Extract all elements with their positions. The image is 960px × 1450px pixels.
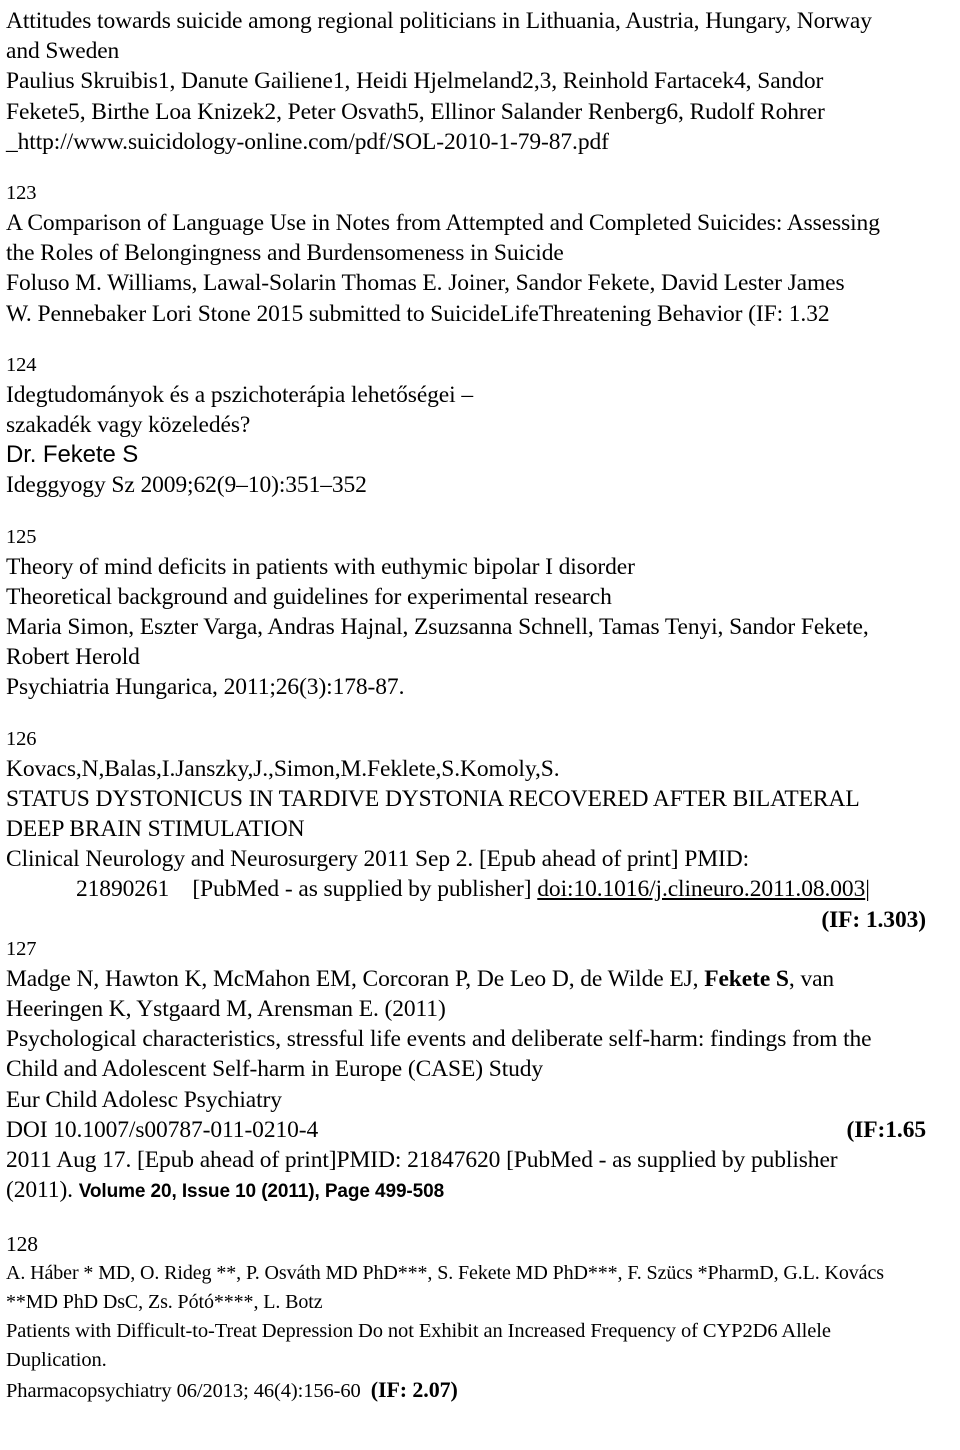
entry-volume-row: (2011). Volume 20, Issue 10 (2011), Page… [6,1175,954,1207]
entry-title-line-2: DEEP BRAIN STIMULATION [6,816,305,843]
entry-title-line-1: Idegtudományok és a pszichoterápia lehet… [6,381,473,408]
entry-doi: DOI 10.1007/s00787-011-0210-4 [6,1116,319,1143]
entry-volume-info: Volume 20, Issue 10 (2011), Page 499-508 [78,1181,445,1203]
entry-impact-factor: (IF:1.65 [846,1116,927,1143]
if-spacer [361,1380,371,1402]
entry-pmid-row: 21890261 [PubMed - as supplied by publis… [6,874,954,904]
entry-journal-row: Pharmacopsychiatry 06/2013; 46(4):156-60… [6,1375,954,1406]
entry-123: 123 A Comparison of Language Use in Note… [6,179,954,329]
header-authors-line-1: Paulius Skruibis1, Danute Gailiene1, Hei… [6,68,824,95]
entry-title-line-2: Theoretical background and guidelines fo… [6,583,612,610]
entry-journal: Eur Child Adolesc Psychiatry [6,1086,282,1113]
entry-authors-line-2: **MD PhD DsC, Zs. Pótó****, L. Botz [6,1290,323,1313]
entry-authors: Kovacs,N,Balas,I.Janszky,J.,Simon,M.Fekl… [6,755,560,782]
authors-prefix: Madge N, Hawton K, McMahon EM, Corcoran … [6,965,705,992]
entry-journal: Psychiatria Hungarica, 2011;26(3):178-87… [6,674,405,701]
entry-journal: Pharmacopsychiatry 06/2013; 46(4):156-60 [6,1379,361,1402]
entry-number: 124 [6,353,37,376]
entry-authors-line-1: Foluso M. Williams, Lawal-Solarin Thomas… [6,270,845,297]
header-title-line-1: Attitudes towards suicide among regional… [6,8,872,34]
entry-title-line-1: A Comparison of Language Use in Notes fr… [6,210,880,237]
entry-journal: Ideggyogy Sz 2009;62(9–10):351–352 [6,472,367,499]
document-page: Attitudes towards suicide among regional… [0,0,960,1450]
entry-title-line-1: Theory of mind deficits in patients with… [6,553,635,580]
entry-title-line-1: Psychological characteristics, stressful… [6,1026,872,1053]
entry-authors-line-1: Madge N, Hawton K, McMahon EM, Corcoran … [6,964,954,994]
entry-title-line-2: the Roles of Belongingness and Burdensom… [6,240,564,267]
entry-authors-line-1: Maria Simon, Eszter Varga, Andras Hajnal… [6,614,869,641]
entry-authors-line-2: Heeringen K, Ystgaard M, Arensman E. (20… [6,996,446,1023]
entry-authors-line-2: Robert Herold [6,644,140,671]
header-block: Attitudes towards suicide among regional… [6,6,954,157]
authors-highlighted-name: Fekete S [704,965,789,992]
entry-title-line-2: Child and Adolescent Self-harm in Europe… [6,1056,544,1083]
entry-126: 126 Kovacs,N,Balas,I.Janszky,J.,Simon,M.… [6,725,954,935]
entry-title-line-2: szakadék vagy közeledés? [6,412,251,439]
entry-title-line-1: STATUS DYSTONICUS IN TARDIVE DYSTONIA RE… [6,785,860,812]
entry-epub-line: 2011 Aug 17. [Epub ahead of print]PMID: … [6,1147,838,1174]
authors-suffix: , van [788,965,835,992]
entry-title-line-2: Duplication. [6,1348,107,1371]
entry-pubmed-note: [PubMed - as supplied by publisher] [192,876,532,903]
entry-year: (2011). [6,1177,79,1204]
entry-title-line-1: Patients with Difficult-to-Treat Depress… [6,1319,831,1342]
pmid-spacer [169,876,192,902]
entry-authors-line-1: A. Háber * MD, O. Rideg **, P. Osváth MD… [6,1261,884,1284]
entry-number: 126 [6,727,37,750]
entry-number: 128 [6,1231,38,1256]
entry-citation-line: W. Pennebaker Lori Stone 2015 submitted … [6,300,830,327]
entry-author: Dr. Fekete S [6,441,139,469]
entry-impact-factor: (IF: 2.07) [370,1376,458,1402]
entry-125: 125 Theory of mind deficits in patients … [6,523,954,703]
header-authors-line-2: Fekete5, Birthe Loa Knizek2, Peter Osvat… [6,98,825,125]
entry-impact-factor: (IF: 1.303) [821,906,926,933]
entry-128: 128 A. Háber * MD, O. Rideg **, P. Osvát… [6,1230,954,1406]
header-url-link[interactable]: _http://www.suicidology-online.com/pdf/S… [6,127,954,157]
entry-124: 124 Idegtudományok és a pszichoterápia l… [6,351,954,501]
entry-127: 127 Madge N, Hawton K, McMahon EM, Corco… [6,935,954,1208]
entry-journal: Clinical Neurology and Neurosurgery 2011… [6,846,750,873]
header-title-line-2: and Sweden [6,38,120,65]
entry-number: 127 [6,937,37,960]
entry-doi-row: DOI 10.1007/s00787-011-0210-4 (IF:1.65 [6,1115,954,1145]
doi-trailing-pipe: | [865,876,870,903]
entry-pmid: 21890261 [76,876,170,903]
entry-number: 125 [6,525,37,548]
entry-doi-link[interactable]: doi:10.1016/j.clineuro.2011.08.003 [537,876,865,902]
entry-number: 123 [6,182,37,205]
